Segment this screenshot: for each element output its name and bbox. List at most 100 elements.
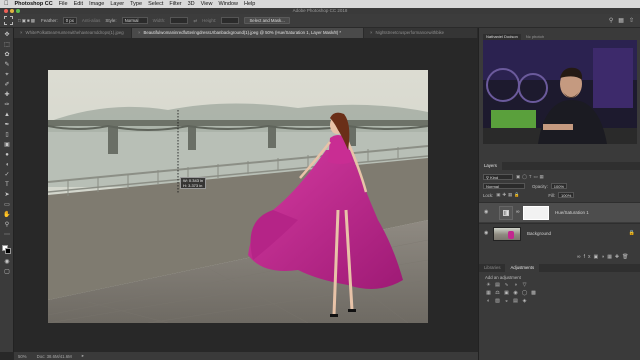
color-lookup-icon[interactable]: ▩ — [530, 290, 537, 296]
tab-libraries[interactable]: Libraries — [479, 264, 505, 272]
background-color-swatch[interactable] — [5, 248, 11, 254]
crop-tool-icon[interactable]: ⌖ — [3, 71, 11, 79]
visibility-eye-icon[interactable]: ◉ — [484, 231, 490, 236]
marquee-tool-icon[interactable]: ⬚ — [3, 41, 11, 49]
screen-mode-icon[interactable]: ▢ — [3, 268, 11, 276]
eyedropper-tool-icon[interactable]: ✐ — [3, 81, 11, 89]
share-icon[interactable]: ⇧ — [629, 17, 634, 24]
layer-mask-thumbnail[interactable] — [523, 206, 549, 220]
shape-tool-icon[interactable]: ▭ — [3, 201, 11, 209]
menu-view[interactable]: View — [201, 1, 213, 7]
background-layer-thumbnail[interactable] — [493, 227, 521, 241]
search-icon[interactable]: ⚲ — [609, 17, 613, 24]
width-input[interactable] — [170, 17, 189, 24]
tab-adjustments[interactable]: Adjustments — [505, 264, 540, 272]
path-select-tool-icon[interactable]: ➤ — [3, 191, 11, 199]
pen-tool-icon[interactable]: ✓ — [3, 171, 11, 179]
color-balance-icon[interactable]: ⚖ — [494, 290, 501, 296]
history-brush-tool-icon[interactable]: ✒ — [3, 121, 11, 129]
link-icon[interactable]: ∞ — [516, 209, 520, 215]
quick-mask-icon[interactable]: ◉ — [3, 258, 11, 266]
invert-icon[interactable]: ◐ — [485, 298, 492, 304]
gradient-map-icon[interactable]: ▤ — [512, 298, 519, 304]
menu-window[interactable]: Window — [218, 1, 238, 7]
menu-file[interactable]: File — [59, 1, 68, 7]
filter-icons[interactable]: ▣◯T▭▦ — [516, 174, 546, 180]
dodge-tool-icon[interactable]: ◖ — [3, 161, 11, 169]
menu-layer[interactable]: Layer — [110, 1, 124, 7]
layer-row-hue-saturation[interactable]: ◉ ∞ Hue/Saturation 1 — [479, 202, 640, 222]
gradient-tool-icon[interactable]: ▣ — [3, 141, 11, 149]
zoom-level[interactable]: 50% — [18, 354, 27, 359]
type-tool-icon[interactable]: T — [3, 181, 11, 189]
black-white-icon[interactable]: ▣ — [503, 290, 510, 296]
layers-footer-icons[interactable]: ∞fx▣◑▦✚🗑 — [577, 254, 631, 260]
blend-mode-select[interactable]: Normal — [483, 183, 525, 189]
menu-type[interactable]: Type — [130, 1, 142, 7]
menu-edit[interactable]: Edit — [74, 1, 83, 7]
threshold-icon[interactable]: ◒ — [503, 298, 510, 304]
brightness-contrast-icon[interactable]: ☀ — [485, 282, 492, 288]
healing-tool-icon[interactable]: ✚ — [3, 91, 11, 99]
menu-image[interactable]: Image — [89, 1, 104, 7]
levels-icon[interactable]: ▤ — [494, 282, 501, 288]
zoom-window-button[interactable] — [16, 9, 20, 13]
rectangular-marquee-icon[interactable] — [4, 16, 13, 25]
hue-saturation-icon[interactable]: ▦ — [485, 290, 492, 296]
tab-document-3[interactable]: × Nightstreetcrusperformancewithbike — [364, 28, 478, 38]
brush-tool-icon[interactable]: ✑ — [3, 101, 11, 109]
quick-select-tool-icon[interactable]: ✎ — [3, 61, 11, 69]
selection-mode-icons[interactable]: □▣■▩ — [18, 18, 36, 24]
visibility-eye-icon[interactable]: ◉ — [484, 210, 490, 215]
menu-help[interactable]: Help — [244, 1, 255, 7]
tab-document-1[interactable]: × WhitePolkaBearHunterwithehavtearnddrops… — [14, 28, 132, 38]
close-tab-icon[interactable]: × — [138, 30, 141, 35]
blur-tool-icon[interactable]: ● — [3, 151, 11, 159]
eraser-tool-icon[interactable]: ▯ — [3, 131, 11, 139]
lock-icons[interactable]: ▣✚▦🔒 — [496, 192, 521, 198]
layer-row-background[interactable]: ◉ Background 🔒 — [479, 223, 640, 243]
lock-icon: 🔒 — [628, 230, 635, 236]
curves-icon[interactable]: ∿ — [503, 282, 510, 288]
channel-mixer-icon[interactable]: ◯ — [521, 290, 528, 296]
more-tools-icon[interactable]: ⋯ — [3, 231, 11, 239]
minimize-window-button[interactable] — [10, 9, 14, 13]
clone-stamp-tool-icon[interactable]: ▲ — [3, 111, 11, 119]
status-arrow-icon[interactable]: ▸ — [82, 353, 84, 359]
close-window-button[interactable] — [4, 9, 8, 13]
close-tab-icon[interactable]: × — [370, 30, 373, 35]
close-tab-icon[interactable]: × — [20, 30, 23, 35]
fill-input[interactable]: 100% — [558, 192, 575, 198]
lasso-tool-icon[interactable]: ✿ — [3, 51, 11, 59]
tab-document-2[interactable]: × BeautifulwomaninredfutteringdressUrbanb… — [132, 28, 364, 38]
hand-tool-icon[interactable]: ✋ — [3, 211, 11, 219]
photo-filter-icon[interactable]: ◉ — [512, 290, 519, 296]
posterize-icon[interactable]: ▧ — [494, 298, 501, 304]
photo-woman-magenta-dress — [48, 70, 428, 323]
apple-icon[interactable]:  — [4, 1, 9, 7]
canvas-workarea[interactable]: W: 0.343 in H: 3.373 in — [14, 38, 478, 352]
menu-filter[interactable]: Filter — [169, 1, 181, 7]
swap-icon[interactable]: ⇄ — [193, 18, 197, 24]
height-input[interactable] — [221, 17, 240, 24]
tab-layers[interactable]: Layers — [479, 162, 502, 170]
layer-name[interactable]: Background — [527, 231, 551, 236]
layer-name[interactable]: Hue/Saturation 1 — [555, 210, 589, 215]
feather-input[interactable]: 0 px — [62, 17, 77, 24]
menu-select[interactable]: Select — [148, 1, 163, 7]
menu-3d[interactable]: 3D — [188, 1, 195, 7]
workspace-icon[interactable]: ▦ — [618, 17, 624, 24]
style-select[interactable]: Normal — [121, 17, 148, 24]
select-and-mask-button[interactable]: Select and Mask... — [244, 17, 290, 24]
opacity-input[interactable]: 100% — [550, 183, 567, 189]
vibrance-icon[interactable]: ▽ — [521, 282, 528, 288]
height-label: Height: — [202, 18, 217, 23]
zoom-tool-icon[interactable]: ⚲ — [3, 221, 11, 229]
menu-app-name[interactable]: Photoshop CC — [15, 1, 53, 7]
layer-filter-kind[interactable]: ⚲ Kind — [483, 174, 513, 180]
exposure-icon[interactable]: ◑ — [512, 282, 519, 288]
document-canvas[interactable]: W: 0.343 in H: 3.373 in — [48, 70, 428, 323]
move-tool-icon[interactable]: ✥ — [3, 31, 11, 39]
antialias-checkbox[interactable]: Anti-alias — [82, 18, 101, 23]
selective-color-icon[interactable]: ◈ — [521, 298, 528, 304]
